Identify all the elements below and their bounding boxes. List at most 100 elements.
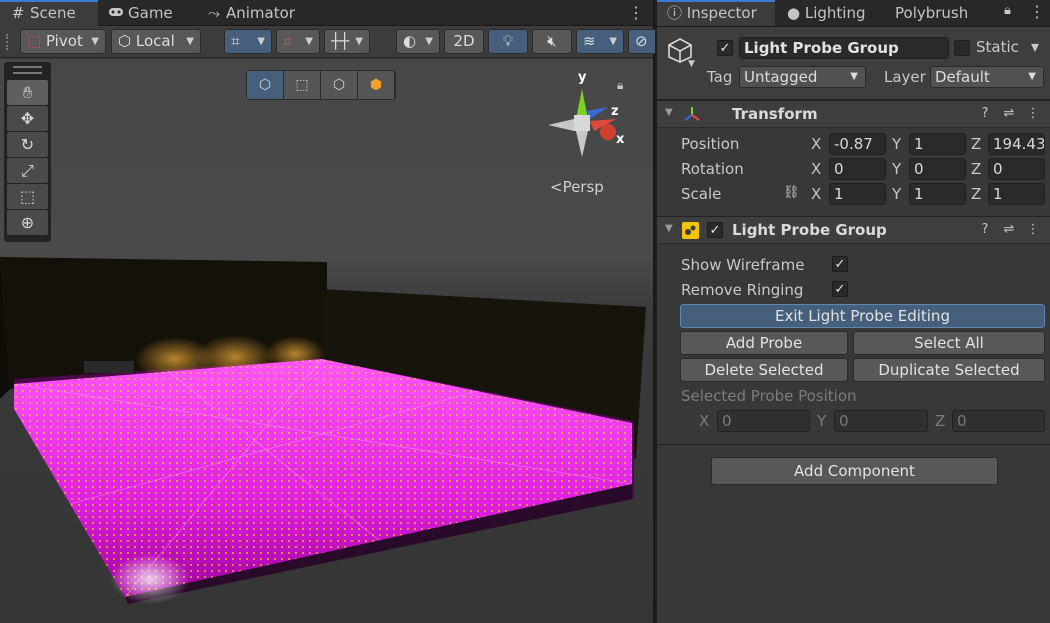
edit-mode-wire-cube-icon[interactable]: ⬡ (321, 71, 358, 99)
chevron-down-icon[interactable]: ▼ (688, 59, 695, 69)
move-tool-icon[interactable]: ✥ (7, 106, 48, 131)
position-x-label[interactable]: X (811, 135, 821, 153)
hand-tool-icon[interactable]: ✋︎ (7, 80, 48, 105)
remove-ringing-label: Remove Ringing (681, 281, 804, 299)
duplicate-selected-button[interactable]: Duplicate Selected (853, 358, 1045, 382)
effects-dropdown[interactable]: ≋ ▼ (576, 29, 624, 54)
rotation-z-label[interactable]: Z (971, 160, 981, 178)
axis-z-label: z (611, 104, 619, 119)
projection-toggle[interactable]: <Persp (550, 178, 604, 196)
scale-y-field[interactable]: 1 (909, 183, 966, 205)
position-z-field[interactable]: 194.43 (988, 133, 1045, 155)
lock-icon[interactable]: 🔒︎ (1004, 3, 1011, 18)
remove-ringing-checkbox[interactable]: ✓ (832, 281, 848, 297)
chevron-down-icon: ▼ (355, 36, 363, 47)
position-y-field[interactable]: 1 (909, 133, 966, 155)
grid-snap-icon: ⌗ (231, 32, 240, 50)
light-probe-group-header[interactable]: ▼ ✓ Light Probe Group ? ⇌ ⋮ (657, 216, 1050, 244)
static-dropdown-icon[interactable]: ▾ (1027, 37, 1043, 56)
position-y-label[interactable]: Y (892, 135, 901, 153)
mode-2d-toggle[interactable]: 2D (444, 29, 484, 54)
object-active-checkbox[interactable]: ✓ (717, 40, 733, 56)
scene-toolbar: ⬚ Pivot ▼ ⬡ Local ▼ ⌗ ▼ ⌗ ▼ ┼┼ ▼ ◐ ▼ 2D 💡︎ 🔇︎ … (0, 26, 658, 58)
foldout-arrow-icon[interactable]: ▼ (665, 223, 673, 234)
scale-x-field[interactable]: 1 (829, 183, 886, 205)
tab-animator[interactable]: ⤳ Animator (196, 0, 306, 26)
selected-probe-position-label: Selected Probe Position (681, 387, 857, 405)
scale-y-label[interactable]: Y (892, 185, 901, 203)
position-z-label[interactable]: Z (971, 135, 981, 153)
select-all-button[interactable]: Select All (853, 331, 1045, 355)
space-dropdown[interactable]: ⬡ Local ▼ (111, 29, 201, 54)
constrain-proportions-link-icon[interactable]: ⛓︎ (783, 185, 800, 200)
tab-inspector[interactable]: ⓘ Inspector (657, 0, 775, 26)
light-probe-group-enabled-checkbox[interactable]: ✓ (707, 222, 723, 238)
add-component-button[interactable]: Add Component (711, 457, 998, 485)
rect-tool-icon[interactable]: ⬚ (7, 184, 48, 209)
tab-lighting[interactable]: ● Lighting (787, 0, 897, 26)
object-name-field[interactable]: Light Probe Group (739, 37, 949, 59)
help-icon[interactable]: ? (977, 222, 993, 237)
exit-light-probe-editing-button[interactable]: Exit Light Probe Editing (680, 304, 1045, 328)
layer-dropdown[interactable]: Default ▼ (930, 66, 1044, 88)
add-probe-button[interactable]: Add Probe (680, 331, 848, 355)
chevron-down-icon: ▼ (1028, 71, 1036, 82)
transform-header[interactable]: ▼ Transform ? ⇌ ⋮ (657, 100, 1050, 128)
rotation-y-label[interactable]: Y (892, 160, 901, 178)
tag-dropdown[interactable]: Untagged ▼ (739, 66, 866, 88)
component-kebab-icon[interactable]: ⋮ (1025, 106, 1041, 121)
scale-z-label[interactable]: Z (971, 185, 981, 203)
static-checkbox[interactable] (954, 40, 970, 56)
selected-x-label: X (699, 412, 710, 430)
layer-label: Layer (884, 68, 926, 86)
scale-z-field[interactable]: 1 (988, 183, 1045, 205)
chevron-down-icon: ▼ (257, 36, 265, 47)
rotation-y-field[interactable]: 0 (909, 158, 966, 180)
lock-icon[interactable]: 🔒︎ (617, 78, 623, 93)
lighting-toggle[interactable]: 💡︎ (488, 29, 528, 54)
increment-snap-toggle[interactable]: ⌗ ▼ (276, 29, 320, 54)
position-x-field[interactable]: -0.87 (829, 133, 886, 155)
edit-mode-bounds-icon[interactable]: ⬚ (284, 71, 321, 99)
inspector-menu-kebab-icon[interactable]: ⋮ (1029, 2, 1045, 21)
foldout-arrow-icon[interactable]: ▼ (665, 107, 673, 118)
edit-mode-cube-icon[interactable]: ⬡ (247, 71, 284, 99)
delete-selected-button[interactable]: Delete Selected (680, 358, 848, 382)
orientation-gizmo[interactable]: y z x (538, 69, 628, 169)
component-divider (657, 444, 1050, 445)
show-wireframe-checkbox[interactable]: ✓ (832, 256, 848, 272)
rotation-z-field[interactable]: 0 (988, 158, 1045, 180)
audio-toggle[interactable]: 🔇︎ (532, 29, 572, 54)
hidden-objects-toggle[interactable]: ⊘ (628, 29, 658, 54)
animator-icon: ⤳ (207, 4, 220, 22)
preset-sliders-icon[interactable]: ⇌ (1001, 222, 1017, 237)
rotation-x-label[interactable]: X (811, 160, 821, 178)
selected-z-field: 0 (952, 410, 1045, 432)
grid-snap-toggle[interactable]: ⌗ ▼ (224, 29, 272, 54)
scene-menu-kebab-icon[interactable]: ⋮ (628, 3, 644, 22)
static-label: Static (976, 38, 1019, 56)
tab-scene[interactable]: # Scene (0, 0, 98, 26)
axis-x-label: x (616, 132, 625, 147)
pivot-dropdown[interactable]: ⬚ Pivot ▼ (20, 29, 106, 54)
tool-strip-grip-icon[interactable] (13, 66, 42, 74)
gamepad-icon (108, 0, 124, 26)
scale-x-label[interactable]: X (811, 185, 821, 203)
transform-tool-icon[interactable]: ⊕ (7, 210, 48, 235)
tag-label: Tag (707, 68, 733, 86)
scale-tool-icon[interactable]: ⤢ (7, 158, 48, 183)
mute-icon: 🔇︎ (547, 32, 557, 50)
component-kebab-icon[interactable]: ⋮ (1025, 222, 1041, 237)
position-label: Position (681, 135, 740, 153)
edit-mode-probe-cube-icon[interactable]: ⬢ (358, 71, 395, 99)
tab-game[interactable]: Game (98, 0, 193, 26)
tab-polybrush[interactable]: Polybrush (895, 0, 995, 26)
rotate-tool-icon[interactable]: ↻ (7, 132, 48, 157)
grid-visibility-toggle[interactable]: ┼┼ ▼ (324, 29, 370, 54)
scene-viewport[interactable]: y z x (0, 59, 653, 623)
eye-slash-icon: ⊘ (635, 32, 648, 50)
shading-mode-dropdown[interactable]: ◐ ▼ (396, 29, 440, 54)
help-icon[interactable]: ? (977, 106, 993, 121)
preset-sliders-icon[interactable]: ⇌ (1001, 106, 1017, 121)
rotation-x-field[interactable]: 0 (829, 158, 886, 180)
